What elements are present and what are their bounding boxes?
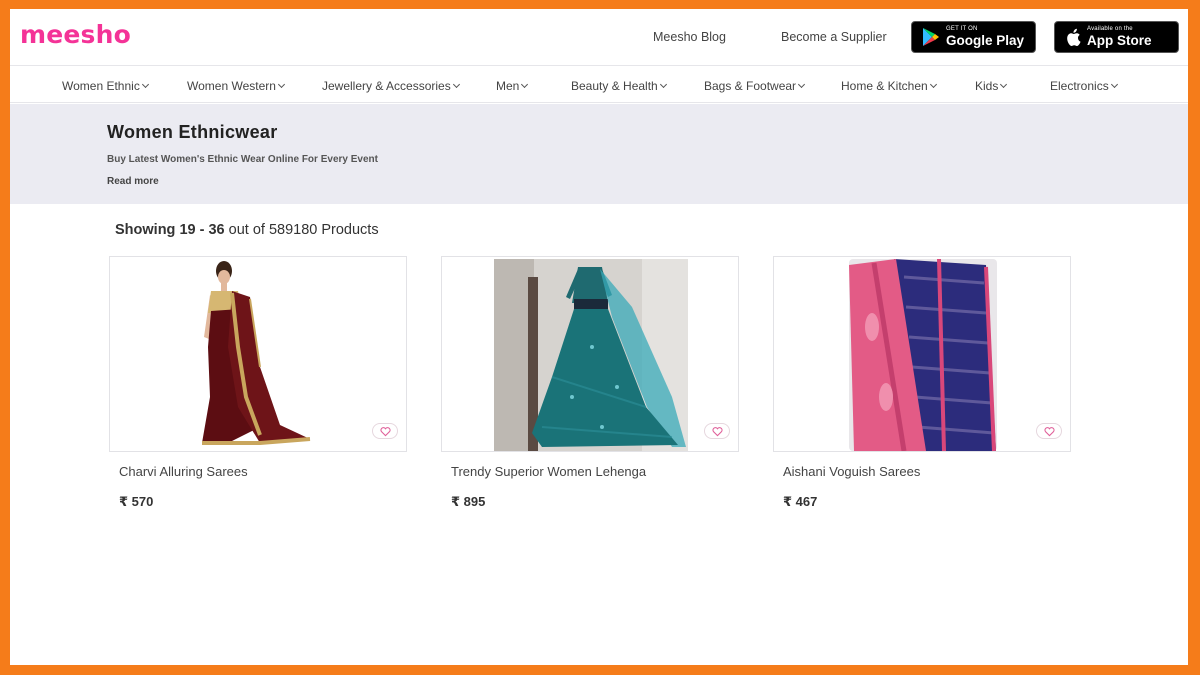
product-name[interactable]: Charvi Alluring Sarees: [119, 464, 407, 479]
app-store-button[interactable]: Available on the App Store: [1054, 21, 1179, 53]
chevron-down-icon: [929, 80, 937, 89]
meesho-logo[interactable]: meesho: [20, 20, 131, 49]
silk-saree-image: [774, 257, 1070, 451]
category-label: Home & Kitchen: [841, 79, 928, 93]
become-supplier-link[interactable]: Become a Supplier: [781, 30, 887, 44]
top-header: meesho Meesho Blog Become a Supplier GET…: [10, 9, 1188, 66]
category-women-ethnic[interactable]: Women Ethnic: [62, 79, 149, 93]
chevron-down-icon: [141, 80, 149, 89]
google-play-button[interactable]: GET IT ON Google Play: [911, 21, 1036, 53]
saree-image: [110, 257, 406, 451]
category-jewellery-accessories[interactable]: Jewellery & Accessories: [322, 79, 460, 93]
google-play-small-text: GET IT ON: [946, 26, 978, 33]
category-label: Kids: [975, 79, 999, 93]
category-beauty-health[interactable]: Beauty & Health: [571, 79, 667, 93]
category-label: Beauty & Health: [571, 79, 658, 93]
category-home-kitchen[interactable]: Home & Kitchen: [841, 79, 937, 93]
chevron-down-icon: [452, 80, 460, 89]
heart-icon: [379, 426, 391, 436]
category-men[interactable]: Men: [496, 79, 529, 93]
chevron-down-icon: [277, 80, 285, 89]
product-price: ₹ 467: [783, 494, 818, 509]
category-kids[interactable]: Kids: [975, 79, 1008, 93]
category-bags-footwear[interactable]: Bags & Footwear: [704, 79, 806, 93]
app-store-big-text: App Store: [1087, 33, 1152, 49]
product-price: ₹ 895: [451, 494, 486, 509]
category-electronics[interactable]: Electronics: [1050, 79, 1118, 93]
product-image[interactable]: [773, 256, 1071, 452]
category-label: Jewellery & Accessories: [322, 79, 451, 93]
page-title: Women Ethnicwear: [107, 122, 278, 142]
product-card[interactable]: Aishani Voguish Sarees ₹ 467: [773, 256, 1071, 510]
product-image[interactable]: [109, 256, 407, 452]
heart-icon: [1043, 426, 1055, 436]
results-suffix: out of 589180 Products: [228, 222, 379, 238]
page: meesho Meesho Blog Become a Supplier GET…: [10, 9, 1188, 665]
category-label: Electronics: [1050, 79, 1109, 93]
wishlist-button[interactable]: [372, 423, 398, 439]
product-name[interactable]: Aishani Voguish Sarees: [783, 464, 1071, 479]
product-card[interactable]: Charvi Alluring Sarees ₹ 570: [109, 256, 407, 510]
chevron-down-icon: [659, 80, 667, 89]
meesho-blog-link[interactable]: Meesho Blog: [653, 30, 726, 44]
category-label: Women Western: [187, 79, 276, 93]
lehenga-image: [442, 257, 738, 451]
wishlist-button[interactable]: [704, 423, 730, 439]
category-banner: Women Ethnicwear Buy Latest Women's Ethn…: [10, 104, 1188, 204]
category-label: Bags & Footwear: [704, 79, 797, 93]
chevron-down-icon: [521, 80, 529, 89]
page-subtitle: Buy Latest Women's Ethnic Wear Online Fo…: [107, 154, 378, 165]
chevron-down-icon: [1000, 80, 1008, 89]
product-name[interactable]: Trendy Superior Women Lehenga: [451, 464, 739, 479]
product-image[interactable]: [441, 256, 739, 452]
wishlist-button[interactable]: [1036, 423, 1062, 439]
google-play-icon: [923, 28, 939, 46]
chevron-down-icon: [798, 80, 806, 89]
google-play-big-text: Google Play: [946, 33, 1025, 49]
category-label: Women Ethnic: [62, 79, 140, 93]
category-label: Men: [496, 79, 520, 93]
chevron-down-icon: [1110, 80, 1118, 89]
results-range: 19 - 36: [179, 222, 225, 238]
apple-icon: [1067, 28, 1081, 46]
results-prefix: Showing: [115, 222, 176, 238]
read-more-link[interactable]: Read more: [107, 176, 159, 187]
heart-icon: [711, 426, 723, 436]
category-women-western[interactable]: Women Western: [187, 79, 285, 93]
app-store-small-text: Available on the: [1087, 26, 1133, 33]
results-count: Showing 19 - 36 out of 589180 Products: [115, 222, 379, 238]
product-card[interactable]: Trendy Superior Women Lehenga ₹ 895: [441, 256, 739, 510]
category-nav: Women Ethnic Women Western Jewellery & A…: [10, 66, 1188, 103]
product-price: ₹ 570: [119, 494, 154, 509]
